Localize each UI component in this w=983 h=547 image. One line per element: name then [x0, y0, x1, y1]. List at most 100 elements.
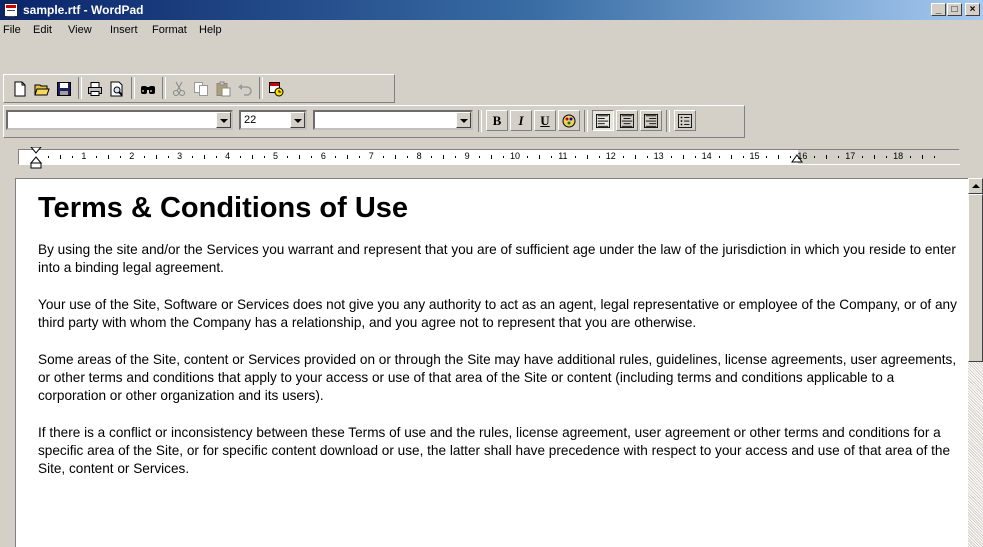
save-disk-icon — [56, 81, 71, 96]
open-folder-icon — [33, 84, 50, 95]
menu-insert[interactable]: Insert — [110, 24, 138, 37]
ruler-tick — [742, 156, 744, 158]
ruler-tick — [167, 156, 169, 158]
wordpad-app-icon[interactable] — [4, 3, 18, 17]
cut-button[interactable] — [168, 78, 189, 99]
chevron-down-icon[interactable] — [290, 112, 305, 128]
print-button[interactable] — [84, 78, 105, 99]
paragraph: Some areas of the Site, content or Servi… — [38, 352, 957, 403]
menu-view[interactable]: View — [68, 24, 92, 37]
ruler[interactable]: 1 2 3 4 5 6 7 8 9 10 11 12 13 14 15 16 17 18 — [18, 145, 960, 169]
paragraph: If there is a conflict or inconsistency … — [38, 425, 951, 476]
close-button[interactable]: × — [965, 3, 980, 16]
ruler-tick — [538, 155, 540, 159]
ruler-tick — [826, 155, 828, 159]
bullet-list-icon — [678, 113, 692, 128]
ruler-tick — [203, 155, 205, 159]
save-button[interactable] — [53, 78, 74, 99]
paragraph: By using the site and/or the Services yo… — [38, 242, 956, 275]
binoculars-icon — [140, 85, 155, 94]
scroll-thumb[interactable] — [968, 194, 983, 362]
align-center-button[interactable] — [616, 110, 638, 131]
scroll-track[interactable] — [968, 362, 983, 547]
ruler-tick — [299, 155, 301, 159]
find-button[interactable] — [137, 78, 158, 99]
printer-icon — [87, 81, 102, 96]
ruler-tick — [287, 156, 289, 158]
maximize-button[interactable]: □ — [947, 3, 962, 16]
ruler-number: 11 — [558, 151, 568, 161]
ruler-tick — [347, 155, 349, 159]
ruler-tick — [874, 155, 876, 159]
bold-button[interactable]: B — [486, 110, 508, 131]
document-content[interactable]: Terms & Conditions of Use By using the s… — [38, 191, 963, 497]
ruler-tick — [910, 156, 912, 158]
ruler-number: 8 — [416, 151, 422, 161]
format-toolbar: 22 B I U — [3, 105, 745, 138]
ruler-number: 6 — [320, 151, 326, 161]
align-left-button[interactable] — [592, 110, 614, 131]
toolbar-separator — [78, 77, 82, 99]
color-palette-icon — [562, 114, 576, 127]
ruler-number: 16 — [797, 151, 808, 161]
align-right-button[interactable] — [640, 110, 662, 131]
document-area[interactable]: Terms & Conditions of Use By using the s… — [15, 178, 968, 547]
menu-edit[interactable]: Edit — [33, 24, 52, 37]
ruler-tick — [730, 155, 732, 159]
ruler-tick — [407, 156, 409, 158]
ruler-tick — [335, 156, 337, 158]
ruler-tick — [71, 156, 73, 158]
standard-toolbar — [3, 74, 395, 103]
ruler-tick — [443, 155, 445, 159]
insert-date-time-button[interactable] — [265, 78, 286, 99]
print-preview-button[interactable] — [106, 78, 127, 99]
ruler-tick — [790, 156, 792, 158]
menu-file[interactable]: File — [3, 24, 21, 37]
indent-marker-icon[interactable] — [30, 147, 42, 169]
italic-button[interactable]: I — [510, 110, 532, 131]
ruler-number: 12 — [605, 151, 616, 161]
scroll-up-button[interactable] — [968, 178, 983, 194]
script-select[interactable] — [313, 110, 473, 130]
minimize-button[interactable]: _ — [931, 3, 946, 16]
chevron-down-icon[interactable] — [216, 112, 231, 128]
underline-button[interactable]: U — [534, 110, 556, 131]
copy-icon — [193, 81, 208, 96]
window-title: sample.rtf - WordPad — [23, 3, 144, 17]
new-document-button[interactable] — [9, 78, 30, 99]
ruler-tick — [934, 156, 936, 158]
ruler-tick — [395, 155, 397, 159]
ruler-tick — [550, 156, 552, 158]
ruler-tick — [766, 156, 768, 158]
menu-help[interactable]: Help — [199, 24, 222, 37]
ruler-number: 3 — [177, 151, 183, 161]
ruler-tick — [251, 155, 253, 159]
chevron-down-icon[interactable] — [456, 112, 471, 128]
font-size-select[interactable]: 22 — [239, 110, 307, 130]
font-name-select[interactable] — [6, 110, 233, 130]
paste-button[interactable] — [212, 78, 233, 99]
ruler-number: 7 — [368, 151, 374, 161]
ruler-tick — [670, 156, 672, 158]
bullets-button[interactable] — [674, 110, 696, 131]
undo-button[interactable] — [234, 78, 255, 99]
ruler-tick — [694, 156, 696, 158]
ruler-tick — [191, 156, 193, 158]
ruler-number: 13 — [653, 151, 664, 161]
ruler-tick — [886, 156, 888, 158]
copy-button[interactable] — [190, 78, 211, 99]
menu-format[interactable]: Format — [152, 24, 187, 37]
ruler-tick — [155, 155, 157, 159]
vertical-scrollbar[interactable] — [968, 178, 983, 547]
color-button[interactable] — [558, 110, 580, 131]
ruler-tick — [59, 155, 61, 159]
ruler-tick — [239, 156, 241, 158]
ruler-tick — [862, 156, 864, 158]
paragraph: Your use of the Site, Software or Servic… — [38, 297, 957, 330]
ruler-tick — [479, 156, 481, 158]
open-button[interactable] — [31, 78, 52, 99]
ruler-number: 18 — [893, 151, 904, 161]
ruler-tick — [838, 156, 840, 158]
ruler-number: 10 — [509, 151, 521, 161]
ruler-tick — [814, 156, 816, 158]
